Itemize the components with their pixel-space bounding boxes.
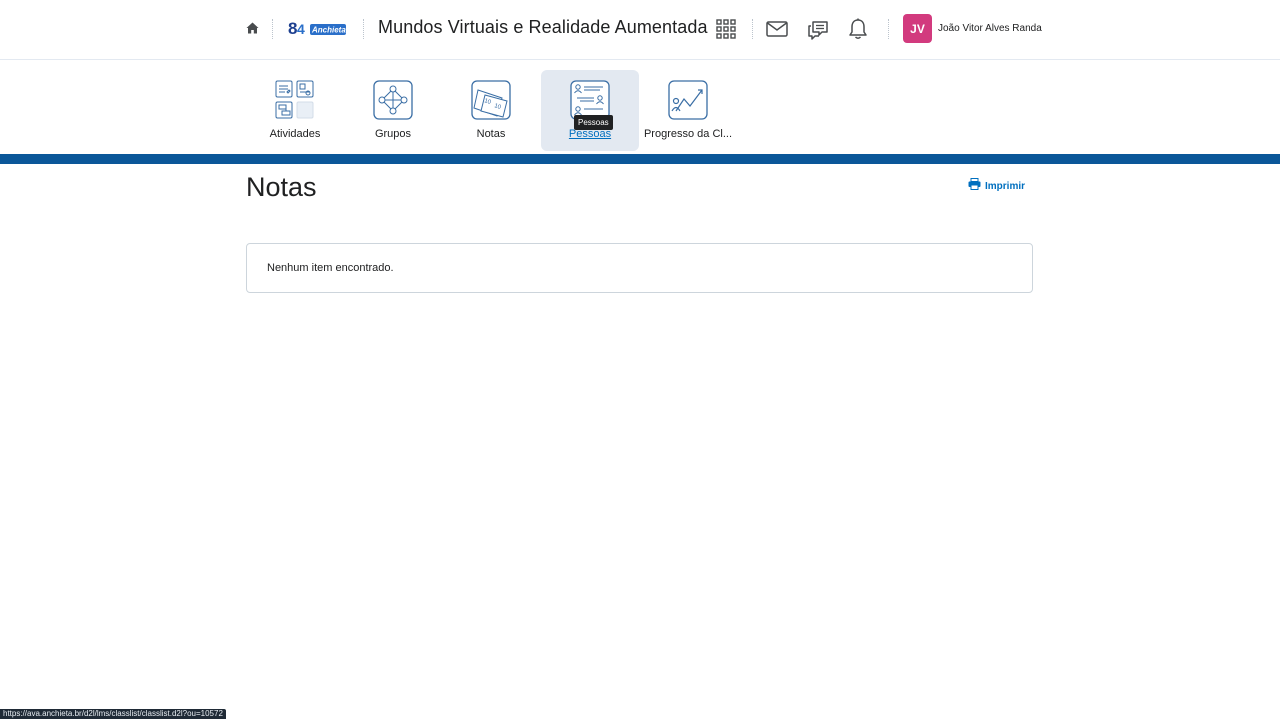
header-divider xyxy=(272,19,273,39)
svg-text:4: 4 xyxy=(297,21,305,37)
top-header: 8 4 Anchieta Mundos Virtuais e Realidade… xyxy=(0,0,1280,60)
svg-text:Anchieta: Anchieta xyxy=(311,26,346,35)
nav-label: Atividades xyxy=(269,128,321,140)
bell-icon[interactable] xyxy=(845,16,871,42)
nav-item-progresso[interactable]: Progresso da Cl... xyxy=(639,70,737,151)
institution-logo[interactable]: 8 4 Anchieta xyxy=(288,17,348,41)
course-navbar: Atividades Grupos 10 10 Notas Pessoas Pe… xyxy=(0,60,1280,154)
activities-icon xyxy=(275,80,315,120)
nav-item-notas[interactable]: 10 10 Notas xyxy=(442,70,540,151)
course-title[interactable]: Mundos Virtuais e Realidade Aumentada xyxy=(378,17,708,38)
header-divider xyxy=(363,19,364,39)
header-divider xyxy=(752,19,753,39)
people-icon xyxy=(570,80,610,120)
user-name[interactable]: João Vitor Alves Randa xyxy=(938,23,1042,34)
page-title: Notas xyxy=(246,172,317,202)
progress-chart-icon xyxy=(668,80,708,120)
home-icon[interactable] xyxy=(243,19,261,37)
nav-label: Progresso da Cl... xyxy=(643,128,733,140)
nav-label: Notas xyxy=(476,128,506,140)
course-banner-band xyxy=(0,154,1280,164)
printer-icon xyxy=(968,177,981,195)
nav-item-grupos[interactable]: Grupos xyxy=(344,70,442,151)
user-avatar[interactable]: JV xyxy=(903,14,932,43)
nav-label: Grupos xyxy=(374,128,412,140)
waffle-grid-icon[interactable] xyxy=(713,16,739,42)
status-bar-url: https://ava.anchieta.br/d2l/lms/classlis… xyxy=(0,709,226,719)
tooltip: Pessoas xyxy=(574,115,613,130)
print-label: Imprimir xyxy=(985,180,1026,192)
grades-icon: 10 10 xyxy=(471,80,511,120)
empty-message: Nenhum item encontrado. xyxy=(267,262,394,274)
print-button[interactable]: Imprimir xyxy=(968,177,1025,195)
empty-state-panel: Nenhum item encontrado. xyxy=(246,243,1033,293)
nav-item-pessoas[interactable]: Pessoas Pessoas xyxy=(541,70,639,151)
mail-icon[interactable] xyxy=(764,16,790,42)
chat-icon[interactable] xyxy=(805,16,831,42)
groups-icon xyxy=(373,80,413,120)
header-divider xyxy=(888,19,889,39)
nav-item-atividades[interactable]: Atividades xyxy=(246,70,344,151)
